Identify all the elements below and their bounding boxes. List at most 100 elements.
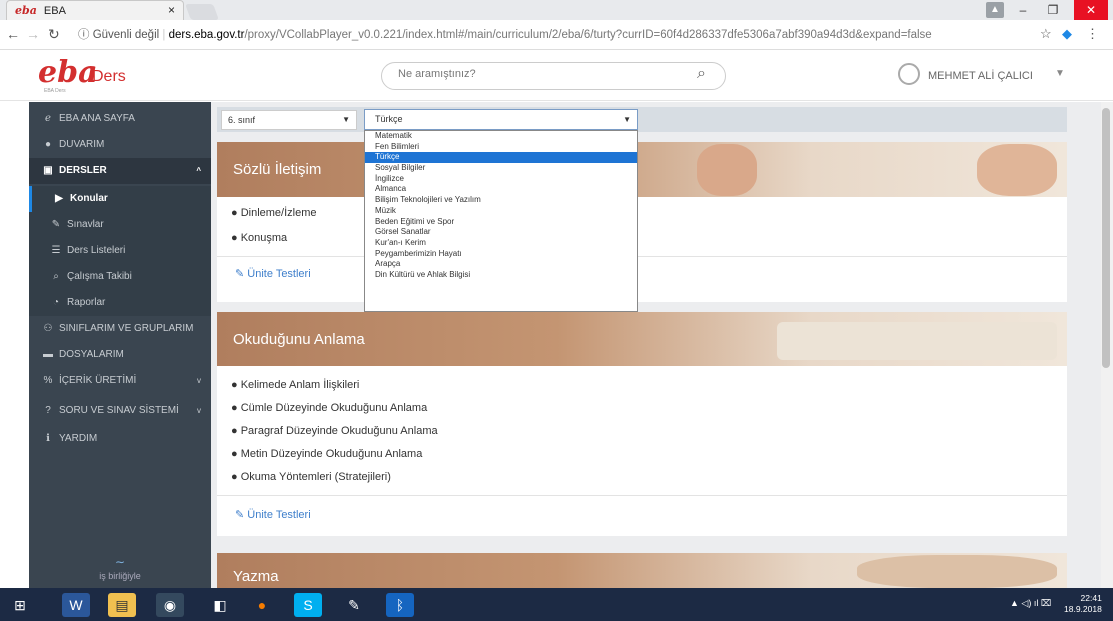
card-divider	[217, 256, 1067, 257]
lesson-icon: ▣	[43, 165, 53, 176]
profile-icon[interactable]: ▲	[986, 2, 1004, 18]
sidebar-item-study-tracking[interactable]: ⌕ Çalışma Takibi	[29, 264, 211, 290]
subject-value: Türkçe	[375, 114, 403, 124]
unit-image	[777, 322, 1057, 360]
subject-option[interactable]: Almanca	[365, 184, 637, 195]
url-field[interactable]: ⓘ Güvenli değil | ders.eba.gov.tr/proxy/…	[78, 25, 1078, 45]
unit-card: Sözlü İletişim ● Dinleme/İzleme ● Konuşm…	[217, 142, 1067, 302]
sidebar: e EBA ANA SAYFA ● DUVARIM ▣ DERSLER ^ ▶ Konul…	[29, 102, 211, 588]
topic-link[interactable]: ● Cümle Düzeyinde Okuduğunu Anlama	[231, 402, 427, 414]
sidebar-item-reports[interactable]: ◔ Raporlar	[29, 290, 211, 316]
sidebar-item-wall[interactable]: ● DUVARIM	[29, 132, 211, 158]
word-icon[interactable]: W	[62, 593, 90, 617]
subject-option[interactable]: Arapça	[365, 259, 637, 270]
url-domain: ders.eba.gov.tr	[168, 29, 245, 41]
sidebar-item-files[interactable]: ▬ DOSYALARIM	[29, 342, 211, 368]
sidebar-item-exams[interactable]: ✎ Sınavlar	[29, 212, 211, 238]
sidebar-item-content-production[interactable]: % İÇERİK ÜRETİMİ v	[29, 368, 211, 394]
pencil-icon: ✎	[235, 509, 245, 521]
maximize-button[interactable]: ❐	[1038, 0, 1068, 20]
topic-link[interactable]: ● Konuşma	[231, 232, 287, 244]
sidebar-item-classes[interactable]: ⚇ SINIFLARIM VE GRUPLARIM	[29, 316, 211, 342]
logo-subtext: EBA Ders	[44, 88, 66, 94]
subject-option[interactable]: Görsel Sanatlar	[365, 227, 637, 238]
chevron-down-icon: v	[197, 406, 201, 415]
menu-icon[interactable]: ⋮	[1086, 26, 1099, 42]
extension-icon[interactable]: ◆	[1062, 26, 1072, 42]
forward-icon[interactable]: →	[26, 26, 40, 42]
subject-option[interactable]: İngilizce	[365, 174, 637, 185]
unit-tests-link[interactable]: ✎ Ünite Testleri	[235, 267, 311, 280]
subject-option[interactable]: Müzik	[365, 206, 637, 217]
sidebar-item-question-system[interactable]: ? SORU VE SINAV SİSTEMİ v	[29, 398, 211, 424]
subject-option[interactable]: Sosyal Bilgiler	[365, 163, 637, 174]
topic-link[interactable]: ● Kelimede Anlam İlişkileri	[231, 379, 359, 391]
new-tab-button[interactable]	[185, 4, 219, 20]
skype-icon[interactable]: S	[294, 593, 322, 617]
card-divider	[217, 495, 1067, 496]
subject-option[interactable]: Bilişim Teknolojileri ve Yazılım	[365, 195, 637, 206]
browser-tab[interactable]: eba EBA ×	[6, 0, 184, 20]
search-icon[interactable]: ⌕	[697, 65, 706, 83]
file-explorer-icon[interactable]: ▤	[108, 593, 136, 617]
subject-option[interactable]: Peygamberimizin Hayatı	[365, 249, 637, 260]
unit-card-header[interactable]: Okuduğunu Anlama	[217, 312, 1067, 366]
reload-icon[interactable]: ↻	[48, 26, 60, 43]
content-icon: %	[43, 375, 53, 386]
topic-link[interactable]: ● Metin Düzeyinde Okuduğunu Anlama	[231, 448, 422, 460]
unit-title: Yazma	[233, 568, 279, 585]
bookmark-star-icon[interactable]: ☆	[1040, 26, 1052, 42]
subject-option[interactable]: Beden Eğitimi ve Spor	[365, 217, 637, 228]
subject-option-selected[interactable]: Türkçe	[365, 152, 637, 164]
subject-option[interactable]: Fen Bilimleri	[365, 142, 637, 153]
partner-footer: ∼ iş birliğiyle	[29, 555, 211, 588]
subject-option[interactable]: Din Kültürü ve Ahlak Bilgisi	[365, 270, 637, 281]
minimize-button[interactable]: –	[1008, 0, 1038, 20]
close-window-button[interactable]: ✕	[1074, 0, 1108, 20]
sidebar-item-help[interactable]: ℹ YARDIM	[29, 426, 211, 452]
bluetooth-icon[interactable]: ᛒ	[386, 593, 414, 617]
sidebar-item-lesson-lists[interactable]: ☰ Ders Listeleri	[29, 238, 211, 264]
logo-suffix: Ders	[92, 68, 126, 85]
user-avatar-icon[interactable]	[898, 63, 920, 85]
user-name[interactable]: MEHMET ALİ ÇALICI	[928, 70, 1033, 82]
sidebar-item-eba-home[interactable]: e EBA ANA SAYFA	[29, 106, 211, 132]
tab-title: EBA	[43, 5, 66, 17]
pencil-icon: ✎	[51, 219, 61, 230]
list-icon: ☰	[51, 245, 61, 256]
eba-logo[interactable]: eba	[38, 56, 98, 90]
unit-title: Okuduğunu Anlama	[233, 331, 365, 348]
firefox-icon[interactable]: ●	[248, 593, 276, 617]
system-tray-icons[interactable]: ▲ ◁) ıl ⌧	[1010, 598, 1051, 609]
security-indicator[interactable]: ⓘ Güvenli değil	[78, 29, 159, 41]
sidebar-item-topics[interactable]: ▶ Konular	[29, 186, 211, 212]
unit-card-header[interactable]: Yazma	[217, 553, 1067, 588]
subject-option[interactable]: Matematik	[365, 131, 637, 142]
unit-tests-link[interactable]: ✎ Ünite Testleri	[235, 508, 311, 521]
sidebar-item-lessons[interactable]: ▣ DERSLER ^	[29, 158, 211, 184]
subject-dropdown-list: Matematik Fen Bilimleri Türkçe Sosyal Bi…	[364, 130, 638, 312]
unit-card-header[interactable]: Sözlü İletişim	[217, 142, 1067, 197]
topic-link[interactable]: ● Dinleme/İzleme	[231, 207, 317, 219]
topic-link[interactable]: ● Okuma Yöntemleri (Stratejileri)	[231, 471, 391, 483]
caret-down-icon: ▼	[623, 115, 631, 124]
subject-select[interactable]: Türkçe ▼	[364, 109, 638, 130]
chevron-down-icon: v	[197, 376, 201, 385]
scrollbar-thumb[interactable]	[1102, 108, 1110, 368]
store-icon[interactable]: ◧	[206, 593, 234, 617]
grade-value: 6. sınıf	[228, 115, 256, 125]
user-menu-caret-icon[interactable]: ▼	[1055, 68, 1065, 79]
topic-link[interactable]: ● Paragraf Düzeyinde Okuduğunu Anlama	[231, 425, 438, 437]
tab-close-button[interactable]: ×	[168, 1, 175, 20]
subject-option[interactable]: Kur'an-ı Kerim	[365, 238, 637, 249]
search-input[interactable]: Ne aramıştınız?	[398, 68, 476, 80]
grade-select[interactable]: 6. sınıf ▼	[221, 110, 357, 130]
paint-icon[interactable]: ✎	[340, 593, 368, 617]
taskbar-clock[interactable]: 22:41 18.9.2018	[1064, 593, 1102, 615]
back-icon[interactable]: ←	[6, 26, 20, 42]
chrome-icon[interactable]: ◉	[156, 593, 184, 617]
unit-title: Sözlü İletişim	[233, 161, 322, 178]
tracking-icon: ⌕	[53, 271, 59, 282]
url-path: /proxy/VCollabPlayer_v0.0.221/index.html…	[244, 29, 932, 41]
windows-start-icon[interactable]: ⊞	[6, 593, 34, 617]
